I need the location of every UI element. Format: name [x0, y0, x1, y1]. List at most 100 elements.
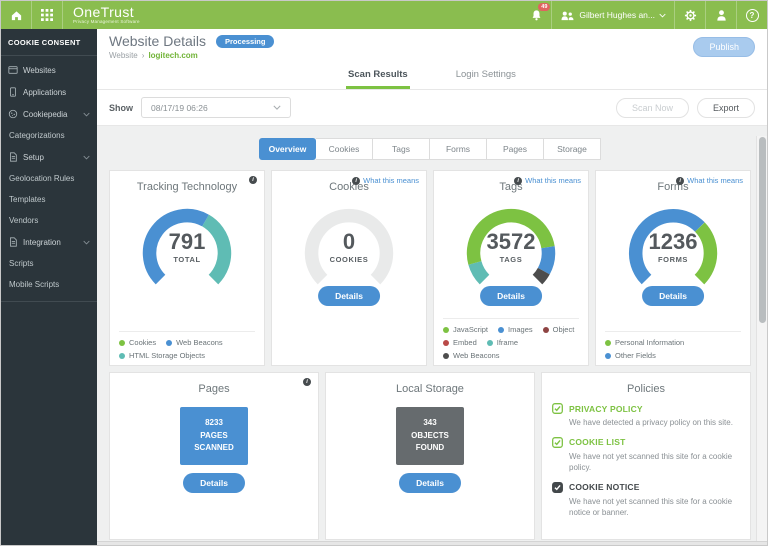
what-this-means-link[interactable]: What this means	[687, 176, 743, 185]
sidebar-item-geolocation-rules[interactable]: Geolocation Rules	[1, 168, 97, 189]
tracking-technology-gauge	[130, 199, 244, 303]
card-tags: What this means Tags 3572 TAGS Details J…	[433, 170, 589, 366]
sidebar-item-label: Mobile Scripts	[9, 280, 59, 289]
subtab-storage[interactable]: Storage	[544, 138, 601, 160]
chevron-down-icon	[83, 240, 90, 245]
settings-gear-icon[interactable]	[675, 1, 705, 29]
help-icon[interactable]	[737, 1, 767, 29]
card-policies: Policies PRIVACY POLICYWe have detected …	[541, 372, 751, 540]
policy-label: COOKIE LIST	[569, 437, 626, 447]
brand-name: OneTrust	[73, 5, 140, 19]
users-icon	[560, 10, 575, 21]
app-icon	[8, 87, 18, 97]
legend-dot	[166, 340, 172, 346]
sidebar: COOKIE CONSENT WebsitesApplicationsCooki…	[1, 29, 97, 546]
tab-bar: Scan Results Login Settings	[97, 62, 767, 90]
local-storage-details-button[interactable]: Details	[399, 473, 461, 493]
legend-item: HTML Storage Objects	[119, 351, 205, 360]
app-window: OneTrust Privacy Management Software 49 …	[0, 0, 768, 546]
sidebar-item-label: Vendors	[9, 216, 38, 225]
info-icon[interactable]	[249, 176, 257, 184]
legend-dot	[498, 327, 504, 333]
stat-label: PAGES SCANNED	[185, 430, 243, 456]
card-title: Pages	[110, 383, 318, 395]
cookie-icon	[8, 109, 18, 119]
vertical-scrollbar[interactable]	[756, 136, 767, 541]
legend-item: Other Fields	[605, 351, 656, 360]
legend-item: Cookies	[119, 338, 156, 347]
card-title: Tracking Technology	[110, 181, 264, 193]
breadcrumb-current: logitech.com	[148, 51, 197, 60]
scrollbar-thumb[interactable]	[759, 137, 766, 323]
tab-login-settings[interactable]: Login Settings	[454, 62, 518, 89]
legend-item: JavaScript	[443, 325, 488, 334]
sidebar-item-cookiepedia[interactable]: Cookiepedia	[1, 103, 97, 125]
subtab-overview[interactable]: Overview	[259, 138, 316, 160]
checkbox-checked-icon[interactable]	[552, 437, 563, 448]
legend-dot	[543, 327, 549, 333]
info-icon	[514, 177, 522, 185]
info-icon	[676, 177, 684, 185]
policy-cookie-list: COOKIE LIST We have not yet scanned this …	[552, 437, 740, 474]
what-this-means-link[interactable]: What this means	[525, 176, 581, 185]
sidebar-item-scripts[interactable]: Scripts	[1, 253, 97, 274]
legend-item: Object	[543, 325, 575, 334]
policy-description: We have not yet scanned this site for a …	[569, 496, 740, 519]
tags-details-button[interactable]: Details	[480, 286, 542, 306]
forms-details-button[interactable]: Details	[642, 286, 704, 306]
scan-date-select[interactable]: 08/17/19 06:26	[141, 97, 291, 118]
legend-dot	[605, 340, 611, 346]
checkbox-checked-icon[interactable]	[552, 482, 563, 493]
local-storage-stat: 343 OBJECTS FOUND	[396, 407, 464, 465]
scan-date-value: 08/17/19 06:26	[151, 103, 208, 113]
brand-logo: OneTrust Privacy Management Software	[63, 5, 150, 25]
horizontal-scrollbar[interactable]	[97, 541, 767, 546]
cookies-details-button[interactable]: Details	[318, 286, 380, 306]
user-menu[interactable]: Gilbert Hughes an...	[552, 1, 674, 29]
pages-details-button[interactable]: Details	[183, 473, 245, 493]
subtab-forms[interactable]: Forms	[430, 138, 487, 160]
info-icon[interactable]	[303, 378, 311, 386]
card-title: Local Storage	[326, 383, 534, 395]
legend-dot	[443, 327, 449, 333]
notifications-button[interactable]: 49	[521, 1, 551, 29]
checkbox-checked-icon[interactable]	[552, 403, 563, 414]
breadcrumb-root[interactable]: Website	[109, 51, 138, 60]
scan-now-button[interactable]: Scan Now	[616, 98, 689, 118]
subtab-cookies[interactable]: Cookies	[316, 138, 373, 160]
sidebar-item-websites[interactable]: Websites	[1, 59, 97, 81]
sidebar-item-label: Geolocation Rules	[9, 174, 74, 183]
publish-button[interactable]: Publish	[693, 37, 755, 57]
tab-scan-results[interactable]: Scan Results	[346, 62, 410, 89]
what-this-means-link[interactable]: What this means	[363, 176, 419, 185]
legend: JavaScriptImagesObjectEmbedIframeWeb Bea…	[443, 318, 579, 360]
sidebar-item-templates[interactable]: Templates	[1, 189, 97, 210]
sidebar-item-label: Applications	[23, 88, 66, 97]
sidebar-item-applications[interactable]: Applications	[1, 81, 97, 103]
legend-dot	[487, 340, 493, 346]
account-person-icon[interactable]	[706, 1, 736, 29]
home-icon[interactable]	[1, 1, 31, 29]
sidebar-item-integration[interactable]: Integration	[1, 231, 97, 253]
policies-list: PRIVACY POLICYWe have detected a privacy…	[542, 403, 750, 519]
card-pages: Pages 8233 PAGES SCANNED Details	[109, 372, 319, 540]
sidebar-item-setup[interactable]: Setup	[1, 146, 97, 168]
sidebar-item-categorizations[interactable]: Categorizations	[1, 125, 97, 146]
overview-subtabs: OverviewCookiesTagsFormsPagesStorage	[109, 138, 751, 160]
breadcrumb: Website logitech.com	[109, 51, 274, 60]
stat-value: 8233	[205, 417, 223, 430]
sidebar-item-vendors[interactable]: Vendors	[1, 210, 97, 231]
notification-count-badge: 49	[538, 3, 550, 11]
sidebar-item-mobile-scripts[interactable]: Mobile Scripts	[1, 274, 97, 295]
export-button[interactable]: Export	[697, 98, 755, 118]
subtab-tags[interactable]: Tags	[373, 138, 430, 160]
sidebar-item-label: Cookiepedia	[23, 110, 67, 119]
card-tracking-technology: Tracking Technology 791 TOTAL CookiesWeb…	[109, 170, 265, 366]
app-grid-icon[interactable]	[32, 1, 62, 29]
subtab-pages[interactable]: Pages	[487, 138, 544, 160]
sidebar-item-label: Setup	[23, 153, 44, 162]
policy-label: PRIVACY POLICY	[569, 404, 643, 414]
card-local-storage: Local Storage 343 OBJECTS FOUND Details	[325, 372, 535, 540]
policy-description: We have not yet scanned this site for a …	[569, 451, 740, 474]
show-label: Show	[109, 103, 133, 113]
